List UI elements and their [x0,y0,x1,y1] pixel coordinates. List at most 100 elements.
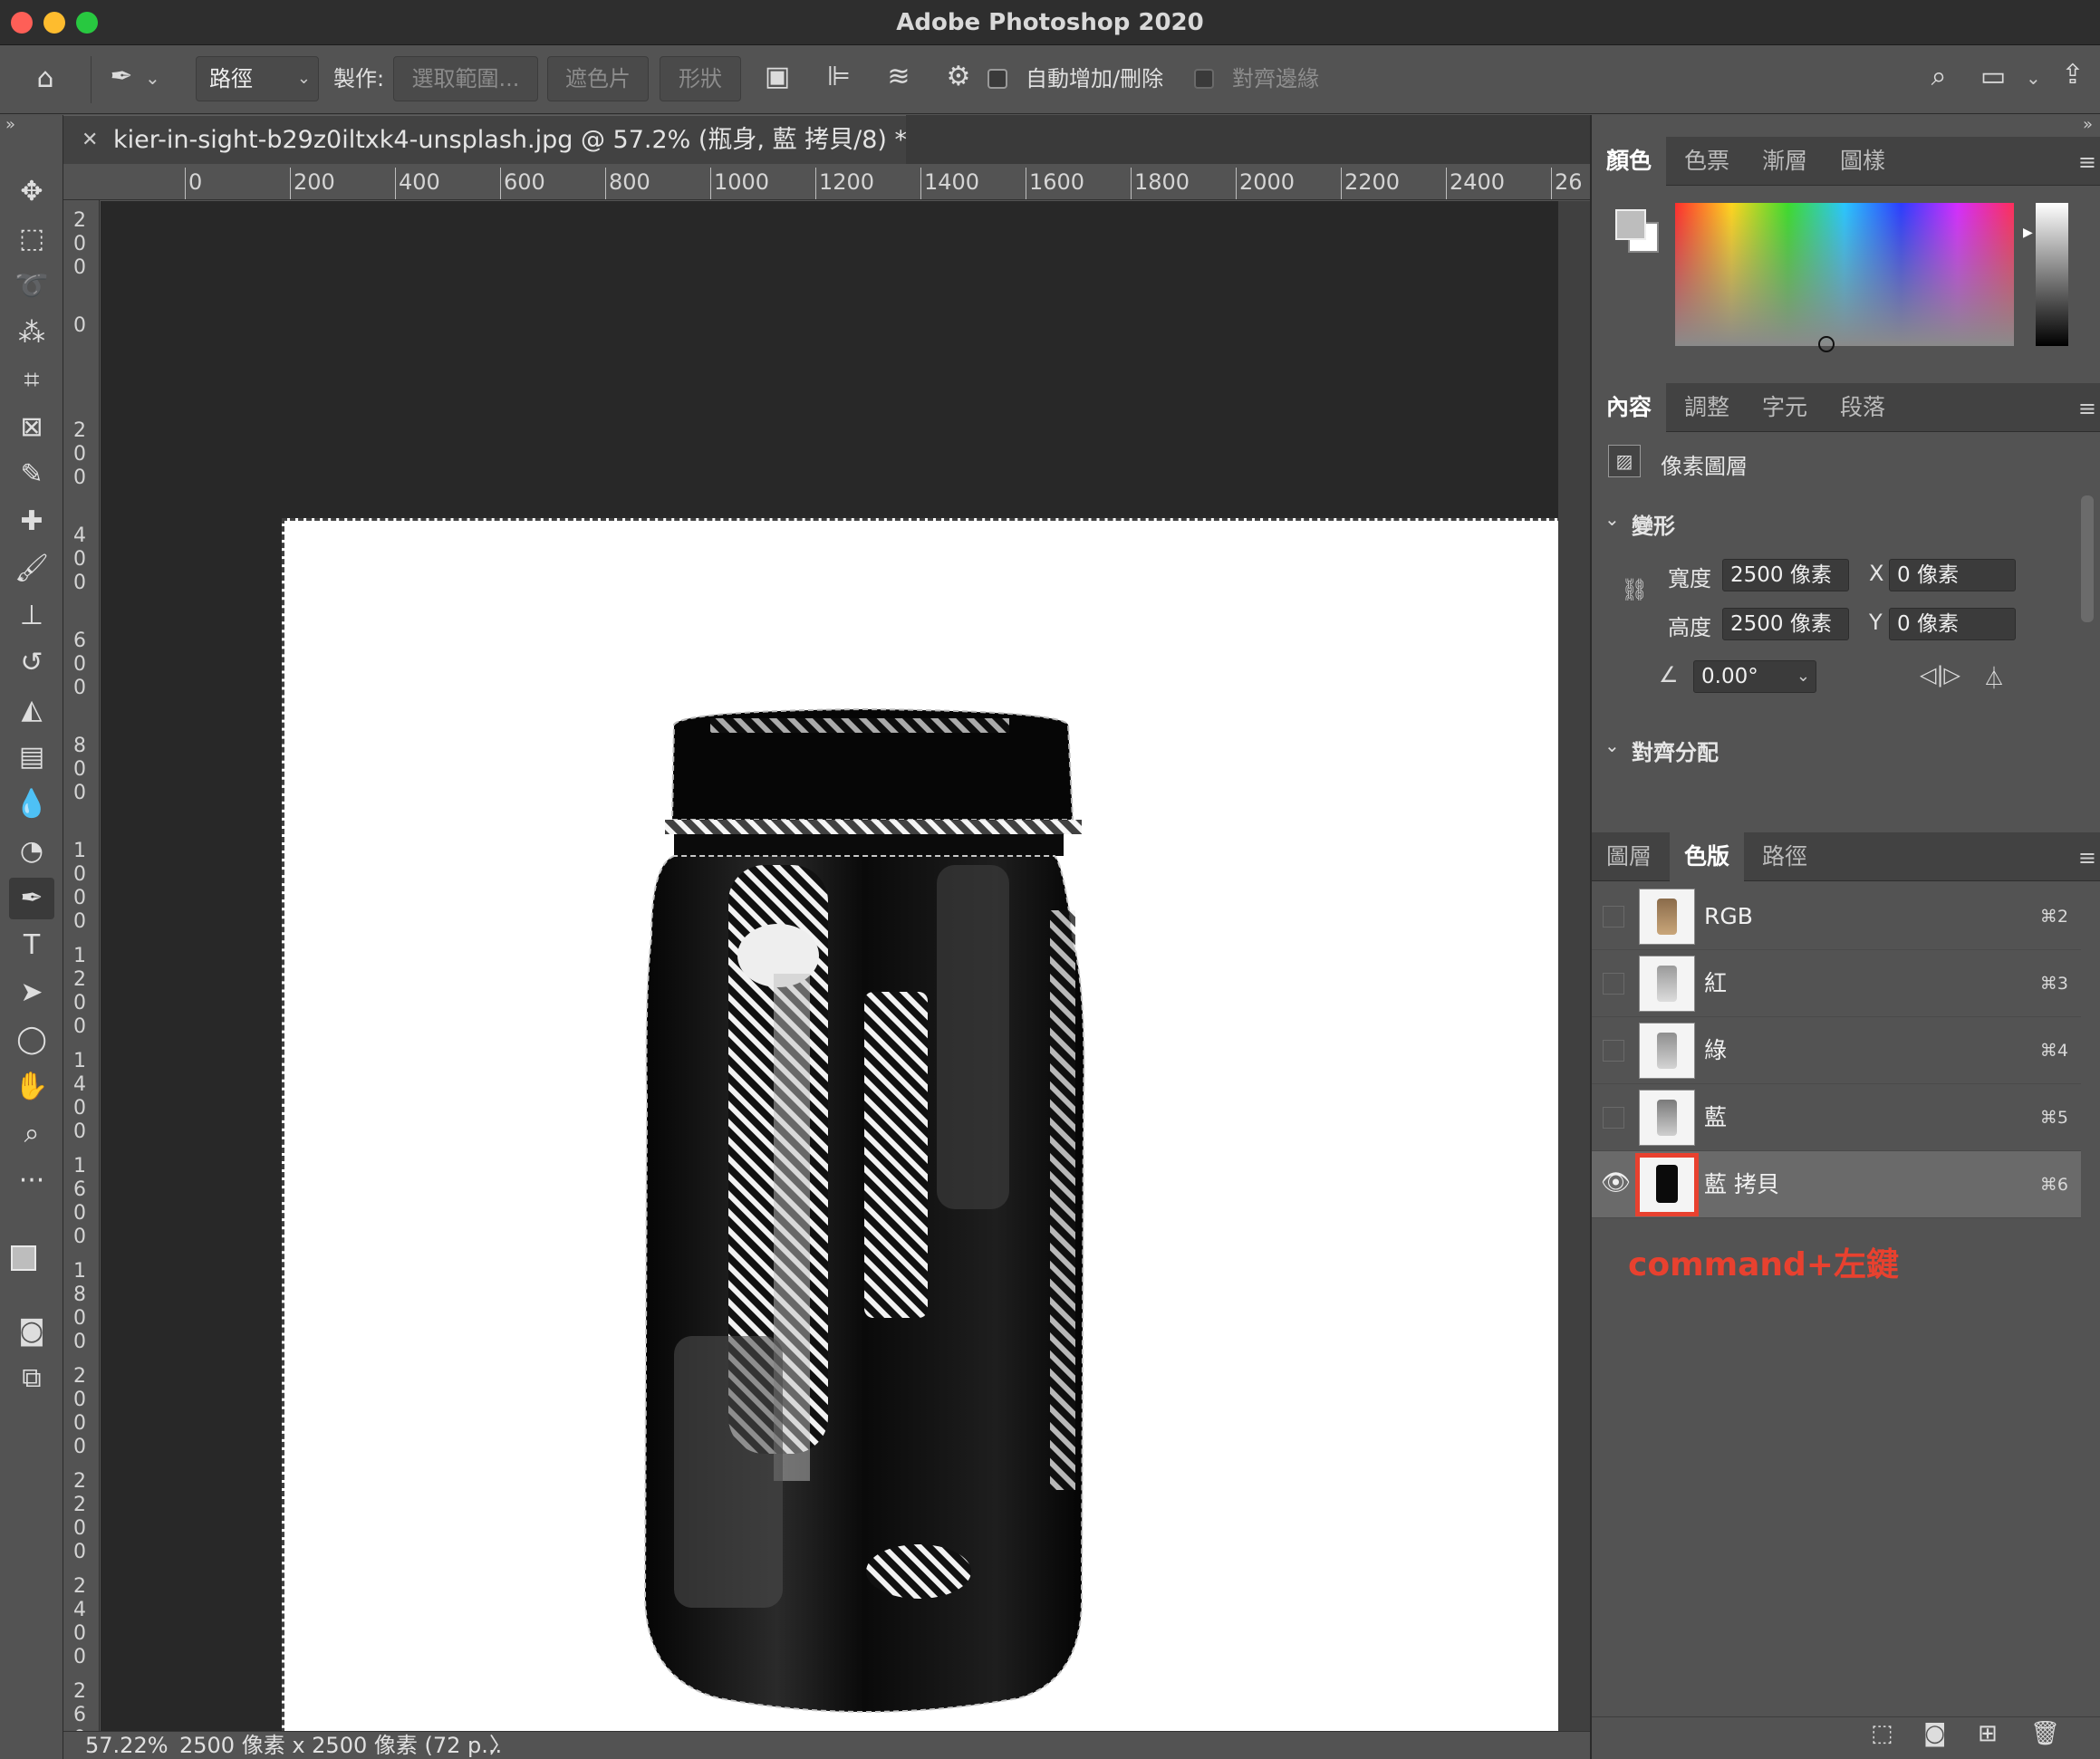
trash-icon[interactable]: 🗑 [2030,1720,2060,1747]
flip-vertical-icon[interactable]: ⏃ [1983,660,2005,692]
channel-row-blue-copy[interactable]: 👁 藍 拷貝 ⌘6 [1592,1151,2081,1218]
lasso-icon[interactable]: ➰ [9,265,54,307]
hand-icon[interactable]: ✋ [9,1066,54,1108]
channel-thumbnail-highlighted[interactable] [1635,1153,1699,1216]
chevron-down-icon[interactable]: ⌄ [145,67,160,89]
tab-layers[interactable]: 圖層 [1592,832,1666,881]
channel-row-rgb[interactable]: RGB ⌘2 [1592,883,2081,950]
transform-section-title[interactable]: 變形 [1632,508,1675,540]
move-icon[interactable]: ✥ [9,171,54,213]
tab-swatches[interactable]: 色票 [1670,137,1744,186]
status-menu-arrow[interactable]: 〉 [489,1732,511,1759]
collapse-icon[interactable]: » [2083,115,2093,134]
tab-paths[interactable]: 路徑 [1748,832,1822,881]
close-window-button[interactable] [11,12,33,34]
vertical-scrollbar[interactable] [1558,201,1590,1731]
gear-icon[interactable]: ⚙ [942,63,975,91]
new-channel-icon[interactable]: ⊞ [1978,1720,1998,1747]
healing-icon[interactable]: ✚ [9,501,54,543]
color-spectrum[interactable] [1675,203,2014,346]
channel-row-green[interactable]: 綠 ⌘4 [1592,1017,2081,1084]
channel-thumbnail[interactable] [1639,956,1695,1012]
mask-button[interactable]: 遮色片 [547,56,649,101]
chevron-down-icon[interactable]: ⌄ [1604,508,1620,530]
more-icon[interactable]: ··· [9,1160,54,1202]
channel-row-blue[interactable]: 藍 ⌘5 [1592,1084,2081,1151]
mode-select[interactable]: 路徑 ⌄ [196,56,319,101]
height-field[interactable]: 2500 像素 [1722,608,1849,640]
flip-horizontal-icon[interactable]: ◁|▷ [1920,662,1960,687]
magic-wand-icon[interactable]: ⁂ [9,312,54,354]
zoom-window-button[interactable] [76,12,98,34]
color-picker-cursor[interactable] [1818,336,1835,352]
panel-menu-icon[interactable]: ≡ [2078,149,2096,175]
gradient-icon[interactable]: ▤ [9,736,54,778]
x-field[interactable]: 0 像素 [1889,559,2016,591]
pen-icon[interactable]: ✒ [105,63,138,91]
blur-icon[interactable]: 💧 [9,783,54,825]
angle-field[interactable]: 0.00° ⌄ [1693,660,1816,693]
properties-scrollbar[interactable] [2081,495,2094,622]
load-selection-icon[interactable]: ⬚ [1871,1720,1893,1747]
stamp-icon[interactable]: ⊥ [9,595,54,637]
dodge-icon[interactable]: ◔ [9,831,54,872]
foreground-color-swatch[interactable] [11,1245,36,1271]
pen-tool-icon[interactable]: ✒ [9,878,54,919]
frame-icon[interactable]: ⊠ [9,407,54,448]
panel-menu-icon[interactable]: ≡ [2078,845,2096,870]
eye-icon[interactable]: 👁 [1601,1169,1631,1197]
eraser-icon[interactable]: ◭ [9,689,54,731]
auto-add-delete-checkbox[interactable] [987,69,1007,89]
crop-icon[interactable]: ⌗ [9,360,54,401]
visibility-toggle[interactable] [1603,1107,1624,1129]
tab-patterns[interactable]: 圖樣 [1825,137,1900,186]
collapse-icon[interactable]: » [5,115,15,134]
visibility-toggle[interactable] [1603,1040,1624,1062]
minimize-window-button[interactable] [43,12,65,34]
shape-button[interactable]: 形狀 [660,56,741,101]
path-alignment-icon[interactable]: ⊫ [821,63,857,91]
visibility-toggle[interactable] [1603,906,1624,928]
chevron-down-icon[interactable]: ⌄ [2026,67,2041,89]
tab-paragraph[interactable]: 段落 [1825,383,1900,432]
tab-character[interactable]: 字元 [1748,383,1822,432]
quick-mask-icon[interactable]: ◙ [9,1311,54,1352]
foreground-color[interactable] [1615,209,1646,240]
tab-adjustments[interactable]: 調整 [1670,383,1744,432]
channel-row-red[interactable]: 紅 ⌘3 [1592,950,2081,1017]
path-select-icon[interactable]: ➤ [9,972,54,1014]
type-icon[interactable]: T [9,925,54,966]
panel-menu-icon[interactable]: ≡ [2078,396,2096,421]
selection-button[interactable]: 選取範圍... [393,56,538,101]
share-icon[interactable]: ⇪ [2057,62,2089,89]
chevron-down-icon[interactable]: ⌄ [1604,735,1620,756]
channel-thumbnail[interactable] [1639,1090,1695,1146]
channel-thumbnail[interactable] [1639,1023,1695,1079]
document-canvas[interactable] [282,518,1579,1759]
document-tab[interactable]: ✕ kier-in-sight-b29z0iltxk4-unsplash.jpg… [63,115,907,165]
brightness-slider[interactable] [2036,203,2068,346]
align-section-title[interactable]: 對齊分配 [1632,735,1719,766]
tab-channels[interactable]: 色版 [1670,832,1745,881]
marquee-icon[interactable]: ⬚ [9,218,54,260]
search-icon[interactable]: ⌕ [1922,63,1955,91]
align-edges-checkbox[interactable] [1194,69,1214,89]
zoom-level[interactable]: 57.22% [85,1732,169,1759]
close-icon[interactable]: ✕ [82,116,98,165]
eyedropper-icon[interactable]: ✎ [9,454,54,495]
tab-color[interactable]: 顏色 [1592,137,1667,186]
workspace-icon[interactable]: ▭ [1977,63,2009,91]
screen-mode-icon[interactable]: ⧉ [9,1358,54,1399]
brush-icon[interactable]: 🖌 [9,548,54,590]
visibility-toggle[interactable] [1603,973,1624,995]
link-icon[interactable]: ⛓ [1621,577,1648,602]
zoom-icon[interactable]: ⌕ [9,1113,54,1155]
width-field[interactable]: 2500 像素 [1722,559,1849,591]
save-selection-icon[interactable]: ◙ [1923,1720,1946,1747]
history-brush-icon[interactable]: ↺ [9,642,54,684]
tab-gradients[interactable]: 漸層 [1748,137,1822,186]
path-arrangement-icon[interactable]: ≋ [881,63,917,91]
y-field[interactable]: 0 像素 [1889,608,2016,640]
home-icon[interactable]: ⌂ [27,65,63,92]
path-operations-icon[interactable]: ▣ [759,63,795,91]
